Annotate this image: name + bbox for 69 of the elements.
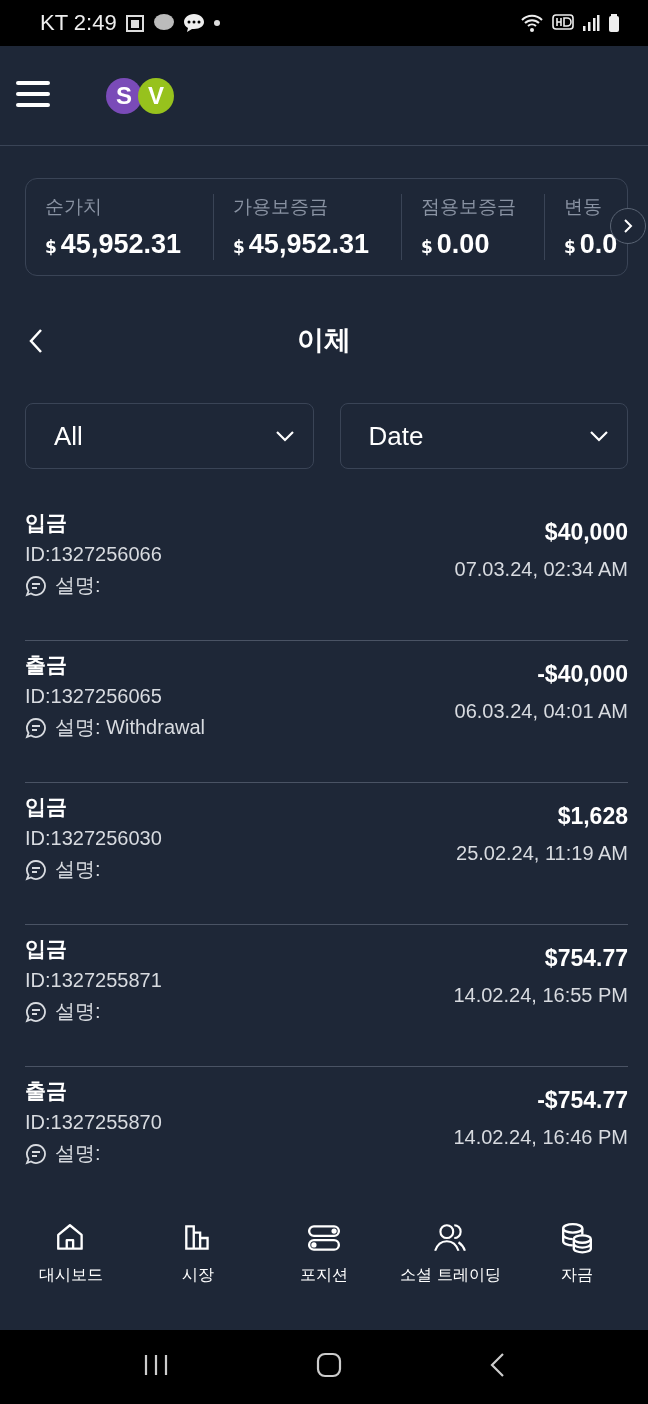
status-time: KT 2:49 [40,10,117,37]
transaction-date: 06.03.24, 04:01 AM [454,700,628,724]
wifi-icon [520,13,544,34]
back-icon[interactable] [28,327,44,354]
logo-letter: V [138,77,174,114]
recent-apps-icon[interactable] [143,1353,170,1378]
filter-dropdown[interactable]: All [25,403,314,470]
transaction-amount: $40,000 [544,519,628,547]
metric-label: 변동 [564,193,603,219]
currency-symbol: $ [45,236,57,257]
signal-icon [582,14,600,33]
transaction-id: ID:1327255871 [25,969,162,993]
transaction-id: ID:1327256030 [25,827,162,851]
nav-tab[interactable]: 소셜 트레이딩 [391,1221,510,1287]
transaction-type: 입금 [25,794,68,822]
transaction-type: 입금 [25,936,68,964]
transaction-note: 설명: [55,1141,101,1167]
comment-icon [25,1142,47,1165]
transaction-id: ID:1327256065 [25,685,163,709]
nav-tab[interactable]: 시장 [138,1221,257,1287]
battery-icon [608,13,620,34]
filter-dropdown[interactable]: Date [339,403,628,470]
calendar-icon [124,13,145,34]
currency-symbol: $ [564,236,576,257]
transaction-date: 25.02.24, 11:19 AM [456,842,628,866]
chevron-down-icon [274,430,295,443]
coins-icon [559,1221,594,1256]
metric-label: 가용보증금 [233,193,329,219]
metric-label: 순가치 [45,193,103,219]
transaction-amount: $1,628 [557,803,628,831]
chevron-down-icon [589,430,609,443]
back-icon[interactable] [488,1352,505,1379]
transaction-note: 설명: [55,573,101,599]
nav-tab[interactable]: 대시보드 [12,1221,131,1287]
transaction-amount: -$40,000 [537,661,628,689]
transaction-type: 입금 [25,510,68,538]
transaction-amount: $754.77 [544,945,628,973]
metric-value: 0.0 [579,228,618,260]
transaction-id: ID:1327255870 [25,1111,162,1135]
metric-value: 45,952.31 [248,228,369,260]
hd-icon [552,14,574,33]
transaction-note: 설명: [55,857,101,883]
menu-icon[interactable] [16,80,50,109]
transaction-note: 설명: Withdrawal [55,715,206,741]
chevron-right-icon [622,217,634,234]
transaction-id: ID:1327256066 [25,543,162,567]
dot-icon [212,19,221,28]
currency-symbol: $ [233,236,245,257]
home-icon[interactable] [316,1352,342,1379]
comment-icon [25,858,47,881]
nav-tab[interactable]: 포지션 [264,1221,383,1287]
metric-value: 45,952.31 [60,228,181,260]
transaction-date: 07.03.24, 02:34 AM [454,558,628,582]
metric-label: 점용보증금 [421,193,517,219]
transaction-type: 출금 [25,1078,68,1106]
currency-symbol: $ [421,236,433,257]
logo-letter: S [106,77,142,114]
transaction-date: 14.02.24, 16:46 PM [453,1126,628,1150]
transaction-amount: -$754.77 [537,1087,628,1115]
page-title: 이체 [297,322,351,357]
transaction-note: 설명: [55,999,101,1025]
comment-icon [25,716,47,739]
nav-tab[interactable]: 자금 [517,1221,636,1287]
comment-icon [25,574,47,597]
comment-icon [25,1000,47,1023]
transaction-type: 출금 [25,652,68,680]
message-icon [182,13,205,34]
transaction-date: 14.02.24, 16:55 PM [453,984,628,1008]
metric-value: 0.00 [436,228,490,260]
